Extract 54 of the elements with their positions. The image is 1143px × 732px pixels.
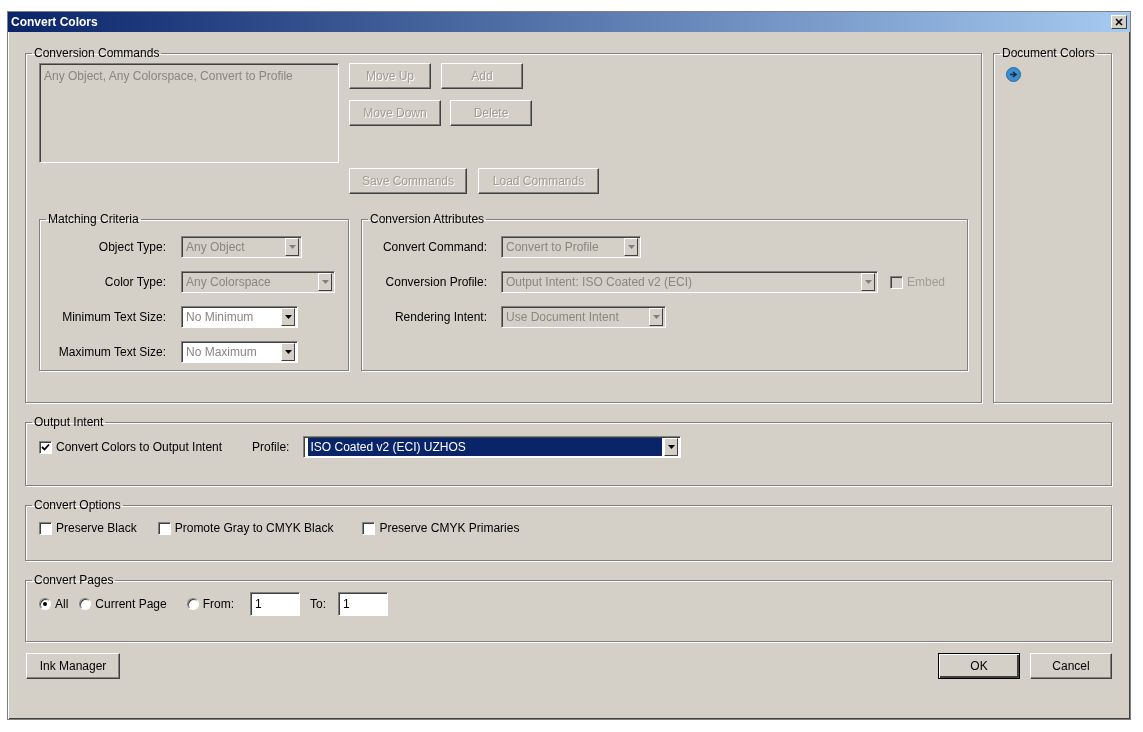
field-label: Maximum Text Size: [57, 344, 166, 361]
dropdown-arrow-icon [321, 280, 329, 284]
field-label: Color Type: [103, 274, 166, 291]
checkbox-label: Preserve CMYK Primaries [379, 520, 520, 537]
checkbox[interactable] [362, 521, 376, 535]
dropdown[interactable]: ISO Coated v2 (ECI) UZHOS [303, 436, 682, 458]
field-label: Rendering Intent: [393, 309, 487, 326]
dropdown-arrow-icon [864, 280, 872, 284]
radio-button[interactable] [79, 598, 92, 610]
field-label: Convert Command: [381, 239, 487, 256]
radio-label: Current Page [95, 596, 167, 613]
group-title: Matching Criteria [47, 213, 140, 225]
checkbox-label: Convert Colors to Output Intent [56, 439, 223, 456]
dropdown-arrow-icon [288, 245, 296, 249]
checkbox[interactable] [39, 521, 52, 535]
group-title: Conversion Commands [33, 47, 161, 59]
from-field[interactable]: 1 [250, 592, 301, 616]
field-label: To: [310, 596, 327, 613]
group-title: Output Intent [33, 416, 105, 428]
dropdown[interactable]: No Maximum [181, 341, 298, 363]
field-label: Object Type: [97, 239, 166, 256]
dropdown-arrow-icon [627, 245, 635, 249]
dropdown[interactable]: No Minimum [181, 306, 298, 328]
checkbox-label: Preserve Black [56, 520, 137, 537]
list-box[interactable]: Any Object, Any Colorspace, Convert to Profile [39, 63, 339, 163]
group-title: Convert Options [33, 499, 122, 511]
radio-label: From: [202, 596, 235, 613]
checkbox[interactable] [157, 521, 171, 535]
window-title: Convert Colors [11, 14, 98, 31]
checkbox-label: Promote Gray to CMYK Black [174, 520, 334, 537]
field-label: Profile: [252, 439, 290, 456]
list-item[interactable]: Any Object, Any Colorspace, Convert to Profile [44, 67, 334, 85]
radio-label: All [55, 596, 69, 613]
arrow-button[interactable] [1006, 67, 1021, 82]
field-label: Conversion Profile: [384, 274, 487, 291]
group-title: Convert Pages [33, 574, 115, 586]
radio-button[interactable] [186, 598, 199, 610]
dropdown-arrow-icon [667, 445, 675, 449]
button[interactable]: OK [938, 653, 1020, 679]
button[interactable]: Ink Manager [26, 653, 120, 679]
radio-button[interactable] [39, 598, 51, 610]
close-button[interactable] [1111, 15, 1127, 29]
button[interactable]: Cancel [1030, 653, 1112, 679]
dropdown-arrow-icon [652, 315, 660, 319]
dropdown-arrow-icon [284, 315, 292, 319]
arrow-right-icon [1006, 67, 1021, 82]
to-field[interactable]: 1 [338, 592, 389, 616]
dropdown-arrow-icon [284, 350, 292, 354]
group-title: Document Colors [1001, 47, 1096, 59]
checkbox[interactable] [39, 440, 52, 454]
field-label: Minimum Text Size: [61, 309, 166, 326]
close-icon [1115, 18, 1123, 26]
group-title: Conversion Attributes [369, 213, 486, 225]
checkmark-icon [41, 443, 50, 451]
